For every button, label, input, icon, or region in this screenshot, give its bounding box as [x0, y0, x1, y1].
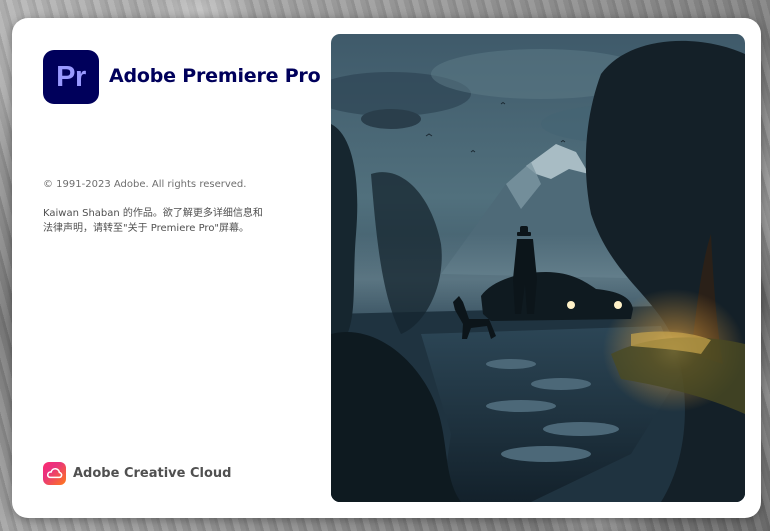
- creative-cloud-branding: Adobe Creative Cloud: [43, 462, 231, 485]
- creative-cloud-icon: [43, 462, 66, 485]
- artwork-credit: Kaiwan Shaban 的作品。欲了解更多详细信息和 法律声明，请转至"关于…: [43, 206, 313, 236]
- splash-artwork-image: [331, 34, 745, 502]
- app-title: Adobe Premiere Pro: [109, 65, 321, 87]
- premiere-pro-logo-icon: Pr: [43, 50, 99, 104]
- artwork-credit-line-2: 法律声明，请转至"关于 Premiere Pro"屏幕。: [43, 223, 250, 234]
- creative-cloud-label: Adobe Creative Cloud: [73, 466, 232, 481]
- splash-screen: Pr Adobe Premiere Pro © 1991-2023 Adobe.…: [12, 18, 761, 518]
- copyright-text: © 1991-2023 Adobe. All rights reserved.: [43, 179, 247, 190]
- splash-artwork: [331, 34, 745, 502]
- artwork-credit-line-1: Kaiwan Shaban 的作品。欲了解更多详细信息和: [43, 208, 263, 219]
- app-logo-text: Pr: [56, 60, 86, 93]
